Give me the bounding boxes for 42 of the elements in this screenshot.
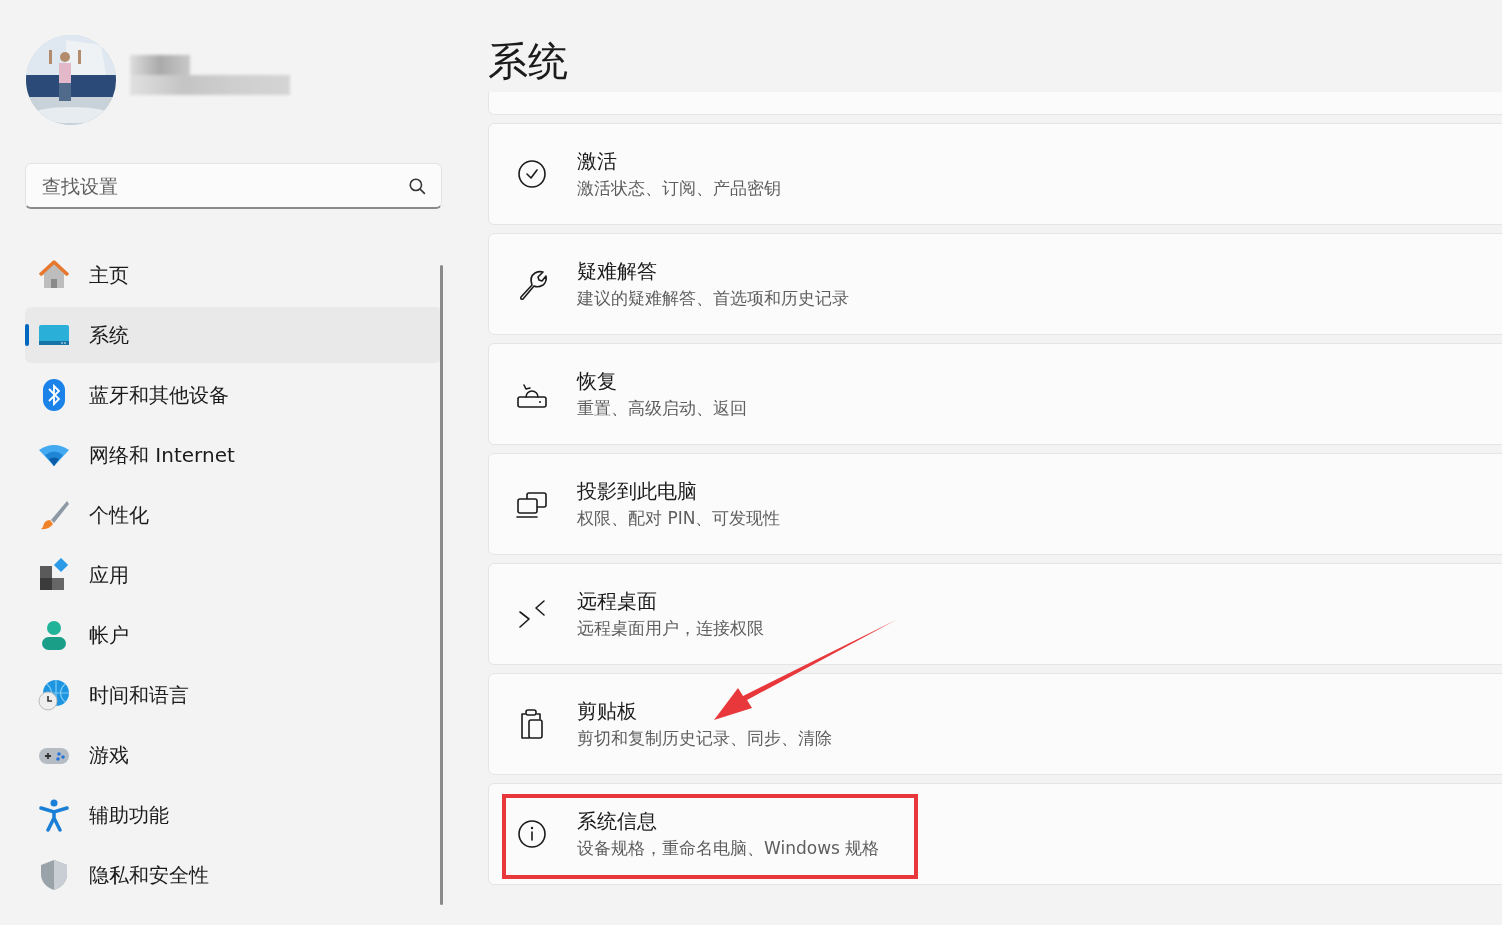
sidebar-item[interactable]: 游戏	[25, 727, 442, 783]
scrollbar[interactable]	[440, 265, 443, 905]
card-title: 投影到此电脑	[577, 478, 698, 505]
card-subtitle: 设备规格，重命名电脑、Windows 规格	[577, 837, 880, 860]
settings-card[interactable]: 恢复 重置、高级启动、返回	[488, 343, 1502, 445]
card-subtitle: 建议的疑难解答、首选项和历史记录	[577, 287, 849, 310]
sidebar-item[interactable]: 帐户	[25, 607, 442, 663]
search-field[interactable]: 查找设置	[25, 163, 442, 209]
check-circle-icon	[515, 157, 549, 191]
selection-indicator	[25, 324, 29, 346]
card-title: 恢复	[577, 368, 618, 395]
card-title: 激活	[577, 148, 618, 175]
card-subtitle: 远程桌面用户，连接权限	[577, 617, 764, 640]
sidebar-item[interactable]: 隐私和安全性	[25, 847, 442, 903]
sidebar-item[interactable]: 辅助功能	[25, 787, 442, 843]
settings-card[interactable]: 剪贴板 剪切和复制历史记录、同步、清除	[488, 673, 1502, 775]
card-subtitle: 权限、配对 PIN、可发现性	[577, 507, 781, 530]
card-title: 系统信息	[577, 808, 658, 835]
settings-card[interactable]: 远程桌面 远程桌面用户，连接权限	[488, 563, 1502, 665]
card-title: 剪贴板	[577, 698, 638, 725]
settings-card[interactable]: 疑难解答 建议的疑难解答、首选项和历史记录	[488, 233, 1502, 335]
app-tiles-icon	[37, 558, 71, 592]
card-subtitle: 剪切和复制历史记录、同步、清除	[577, 727, 832, 750]
sidebar-item[interactable]: 蓝牙和其他设备	[25, 367, 442, 423]
sidebar-item[interactable]: 主页	[25, 247, 442, 303]
globe-clock-icon	[37, 678, 71, 712]
sidebar-item[interactable]: 应用	[25, 547, 442, 603]
page-title: 系统	[488, 37, 569, 86]
sidebar-item[interactable]: 时间和语言	[25, 667, 442, 723]
card-subtitle: 激活状态、订阅、产品密钥	[577, 177, 781, 200]
settings-card[interactable]: 激活 激活状态、订阅、产品密钥	[488, 123, 1502, 225]
search-icon	[408, 177, 426, 195]
settings-card[interactable]: 投影到此电脑 权限、配对 PIN、可发现性	[488, 453, 1502, 555]
settings-card[interactable]: 系统信息 设备规格，重命名电脑、Windows 规格	[488, 783, 1502, 885]
sidebar-item[interactable]: 系统	[25, 307, 442, 363]
card-title: 远程桌面	[577, 588, 658, 615]
info-icon	[515, 817, 549, 851]
sidebar-item[interactable]: 个性化	[25, 487, 442, 543]
card-subtitle: 重置、高级启动、返回	[577, 397, 747, 420]
accessibility-figure-icon	[37, 798, 71, 832]
sidebar-item[interactable]: 网络和 Internet	[25, 427, 442, 483]
card-title: 疑难解答	[577, 258, 658, 285]
